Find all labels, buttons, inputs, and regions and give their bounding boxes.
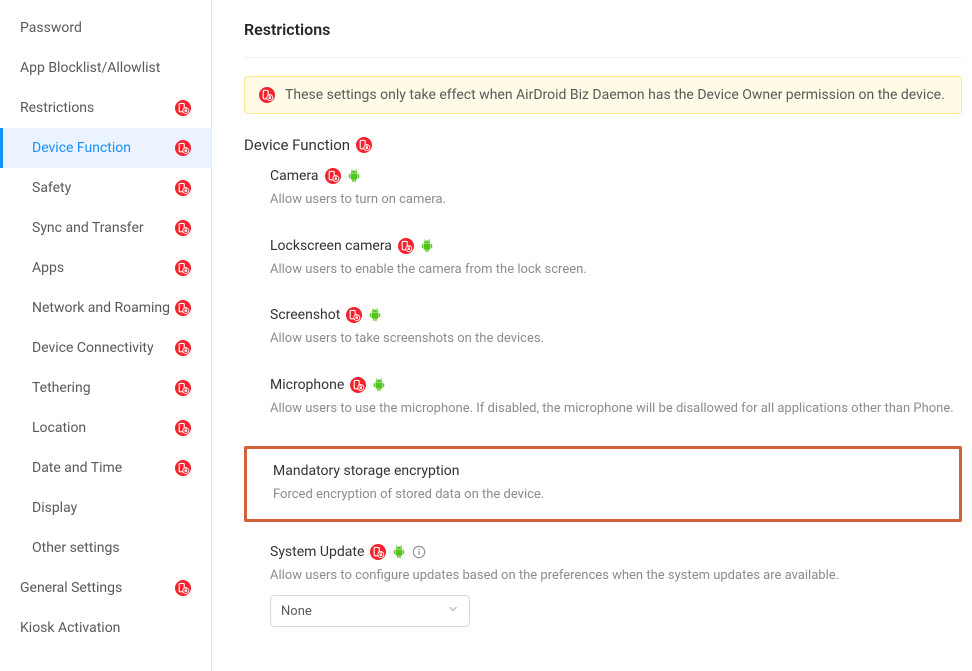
- sidebar-item-apps[interactable]: Apps: [0, 248, 211, 288]
- info-icon[interactable]: [412, 545, 426, 559]
- setting-title-label: Mandatory storage encryption: [273, 463, 460, 479]
- sidebar-item-label: App Blocklist/Allowlist: [20, 60, 191, 76]
- device-lock-icon: [175, 180, 191, 196]
- setting-screenshot: Screenshot Allow users to take screensho…: [244, 307, 962, 349]
- sidebar-item-date-and-time[interactable]: Date and Time: [0, 448, 211, 488]
- setting-desc: Allow users to enable the camera from th…: [270, 260, 962, 280]
- notice-text: These settings only take effect when Air…: [285, 87, 945, 103]
- device-lock-icon: [175, 220, 191, 236]
- android-icon: [368, 308, 382, 322]
- sidebar-item-label: Network and Roaming: [32, 300, 175, 316]
- device-lock-icon: [398, 238, 414, 254]
- sidebar: Password App Blocklist/Allowlist Restricti…: [0, 0, 212, 671]
- sidebar-item-general-settings[interactable]: General Settings: [0, 568, 211, 608]
- device-lock-icon: [175, 100, 191, 116]
- device-lock-icon: [175, 380, 191, 396]
- sidebar-item-display[interactable]: Display: [0, 488, 211, 528]
- sidebar-item-sync-and-transfer[interactable]: Sync and Transfer: [0, 208, 211, 248]
- device-lock-icon: [175, 140, 191, 156]
- section-heading-device-function: Device Function: [244, 136, 962, 154]
- sidebar-item-label: Sync and Transfer: [32, 220, 175, 236]
- sidebar-item-label: Restrictions: [20, 100, 175, 116]
- sidebar-item-network-and-roaming[interactable]: Network and Roaming: [0, 288, 211, 328]
- setting-title-label: Camera: [270, 168, 319, 184]
- device-lock-icon: [175, 420, 191, 436]
- device-lock-icon: [175, 260, 191, 276]
- device-lock-icon: [175, 340, 191, 356]
- sidebar-item-other-settings[interactable]: Other settings: [0, 528, 211, 568]
- android-icon: [372, 378, 386, 392]
- setting-title-label: System Update: [270, 544, 364, 560]
- sidebar-item-label: Other settings: [32, 540, 191, 556]
- sidebar-item-label: Safety: [32, 180, 175, 196]
- setting-lockscreen-camera: Lockscreen camera Allow users to enable …: [244, 238, 962, 280]
- device-lock-icon: [370, 544, 386, 560]
- sidebar-item-label: Device Function: [32, 140, 175, 156]
- setting-title-label: Microphone: [270, 377, 344, 393]
- sidebar-item-label: General Settings: [20, 580, 175, 596]
- device-lock-icon: [350, 377, 366, 393]
- setting-mandatory-storage-encryption: Mandatory storage encryption Forced encr…: [244, 446, 962, 522]
- system-update-select[interactable]: None: [270, 595, 470, 627]
- android-icon: [347, 169, 361, 183]
- setting-desc: Allow users to turn on camera.: [270, 190, 962, 210]
- sidebar-item-password[interactable]: Password: [0, 8, 211, 48]
- device-lock-icon: [346, 307, 362, 323]
- sidebar-item-device-function[interactable]: Device Function: [0, 128, 211, 168]
- sidebar-item-restrictions[interactable]: Restrictions: [0, 88, 211, 128]
- setting-title-label: Lockscreen camera: [270, 238, 392, 254]
- setting-desc: Allow users to configure updates based o…: [270, 566, 962, 586]
- setting-desc: Allow users to take screenshots on the d…: [270, 329, 962, 349]
- setting-desc: Allow users to use the microphone. If di…: [270, 399, 962, 419]
- sidebar-item-label: Password: [20, 20, 191, 36]
- chevron-down-icon: [447, 603, 459, 619]
- android-icon: [420, 239, 434, 253]
- device-lock-icon: [325, 168, 341, 184]
- sidebar-item-label: Date and Time: [32, 460, 175, 476]
- device-lock-icon: [259, 87, 275, 103]
- page-title: Restrictions: [244, 20, 962, 58]
- android-icon: [392, 545, 406, 559]
- device-lock-icon: [175, 460, 191, 476]
- device-lock-icon: [175, 580, 191, 596]
- setting-desc: Forced encryption of stored data on the …: [273, 485, 939, 505]
- setting-system-update: System Update Allow users to configure u…: [244, 544, 962, 628]
- device-lock-icon: [356, 137, 372, 153]
- setting-title-label: Screenshot: [270, 307, 340, 323]
- setting-microphone: Microphone Allow users to use the microp…: [244, 377, 962, 419]
- main-content: Restrictions These settings only take ef…: [212, 0, 972, 671]
- sidebar-item-label: Location: [32, 420, 175, 436]
- sidebar-item-app-blocklist-allowlist[interactable]: App Blocklist/Allowlist: [0, 48, 211, 88]
- sidebar-item-label: Apps: [32, 260, 175, 276]
- device-lock-icon: [175, 300, 191, 316]
- sidebar-item-label: Kiosk Activation: [20, 620, 191, 636]
- sidebar-item-safety[interactable]: Safety: [0, 168, 211, 208]
- sidebar-item-label: Tethering: [32, 380, 175, 396]
- sidebar-item-kiosk-activation[interactable]: Kiosk Activation: [0, 608, 211, 648]
- owner-permission-notice: These settings only take effect when Air…: [244, 76, 962, 114]
- setting-camera: Camera Allow users to turn on camera.: [244, 168, 962, 210]
- sidebar-item-device-connectivity[interactable]: Device Connectivity: [0, 328, 211, 368]
- select-value: None: [281, 604, 312, 619]
- section-heading-label: Device Function: [244, 136, 350, 154]
- sidebar-item-label: Display: [32, 500, 191, 516]
- sidebar-item-tethering[interactable]: Tethering: [0, 368, 211, 408]
- sidebar-item-location[interactable]: Location: [0, 408, 211, 448]
- sidebar-item-label: Device Connectivity: [32, 340, 175, 356]
